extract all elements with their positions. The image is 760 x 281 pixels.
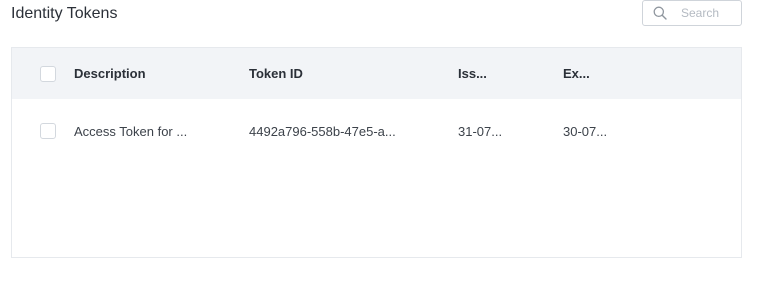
cell-issued: 31-07... [458,123,503,139]
cell-description: Access Token for ... [74,123,188,139]
column-header-expires[interactable]: Ex... [563,66,590,81]
column-header-issued[interactable]: Iss... [458,66,487,81]
search-box[interactable] [642,0,742,26]
table-header: Description Token ID Iss... Ex... [12,48,741,99]
row-checkbox[interactable] [40,123,56,139]
cell-expires: 30-07... [563,123,608,139]
page-title: Identity Tokens [11,5,118,22]
tokens-table: Description Token ID Iss... Ex... Access… [11,47,742,258]
column-header-description[interactable]: Description [74,66,146,81]
search-input[interactable] [681,6,741,20]
column-header-token-id[interactable]: Token ID [249,66,303,81]
search-icon [653,5,667,21]
cell-token-id: 4492a796-558b-47e5-a... [249,123,396,139]
select-all-checkbox[interactable] [40,65,56,82]
table-row[interactable]: Access Token for ... 4492a796-558b-47e5-… [12,99,741,163]
